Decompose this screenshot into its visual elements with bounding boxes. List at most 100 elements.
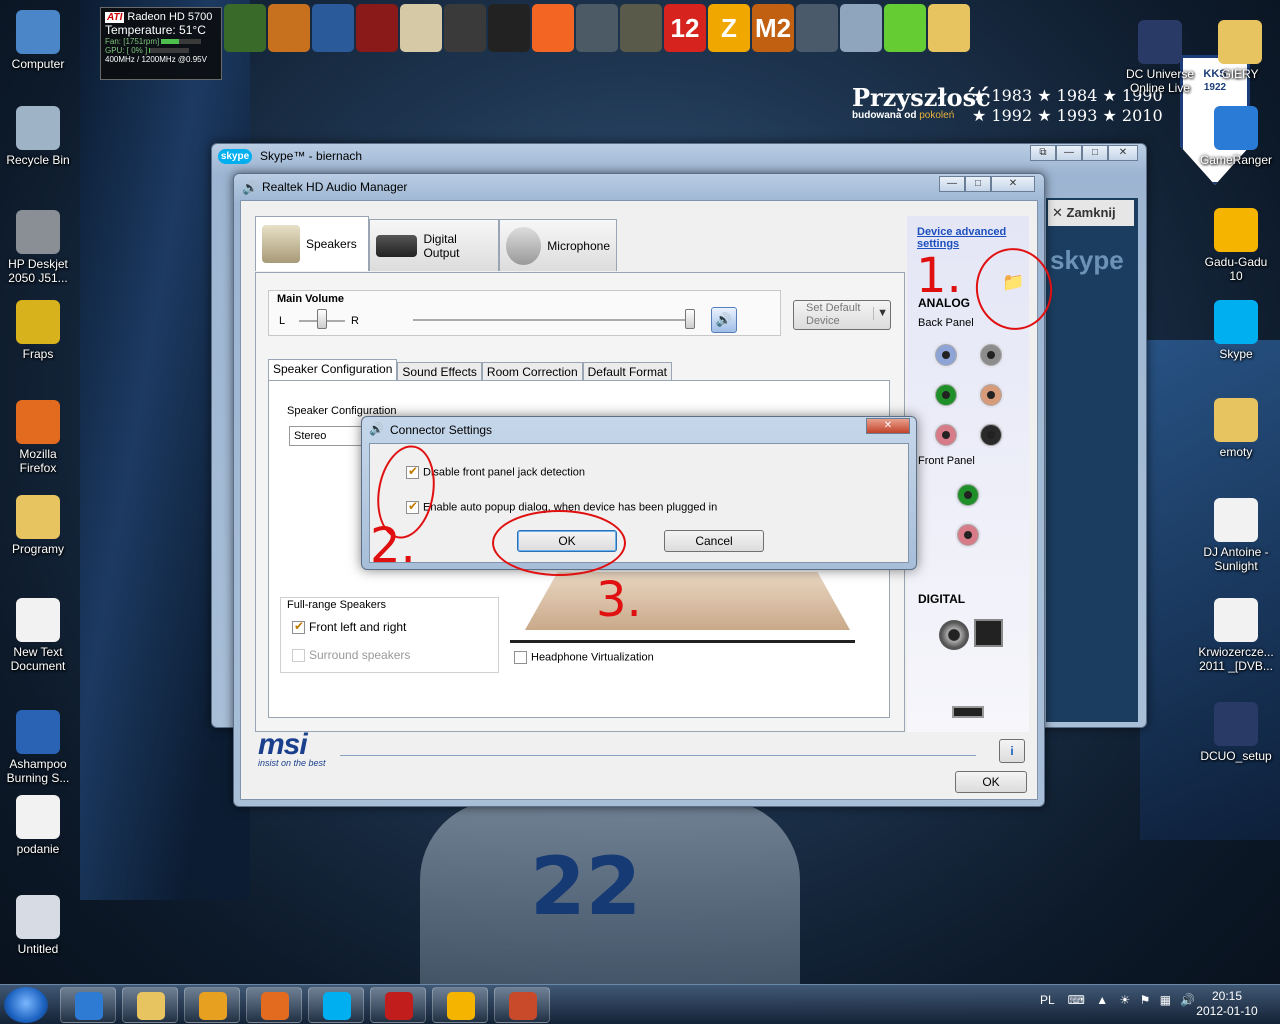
hd-tune-icon[interactable] — [840, 4, 882, 52]
desktop-icon-untitled[interactable]: Untitled — [0, 895, 76, 956]
volume-slider-thumb[interactable] — [685, 309, 695, 329]
tray-expand-icon[interactable]: ▲ — [1096, 993, 1108, 1007]
clock-time: 20:15 — [1211, 989, 1243, 1003]
dialog-cancel-button[interactable]: Cancel — [664, 530, 764, 552]
set-default-device-button[interactable]: Set Default Device ▼ — [793, 300, 891, 330]
realtek-ok-button[interactable]: OK — [955, 771, 1027, 793]
ie-taskbar-button[interactable] — [60, 987, 116, 1023]
desktop-icon-dc-universe-online-live[interactable]: DC Universe Online Live — [1122, 20, 1198, 95]
tab-room-correction[interactable]: Room Correction — [481, 362, 583, 381]
jack-green-6[interactable] — [955, 482, 981, 508]
desktop-icon-computer[interactable]: Computer — [0, 10, 76, 71]
soldier-game-icon[interactable] — [576, 4, 618, 52]
skype-taskbar-button[interactable] — [308, 987, 364, 1023]
tab-digital-output[interactable]: Digital Output — [369, 219, 499, 271]
firefox-taskbar-button[interactable] — [246, 987, 302, 1023]
realtek-maximize-button[interactable]: □ — [965, 176, 991, 192]
desktop-icon-skype[interactable]: Skype — [1198, 300, 1274, 361]
realtek-taskbar-button[interactable] — [494, 987, 550, 1023]
desktop-icon-gadu-gadu-10[interactable]: Gadu-Gadu 10 — [1198, 208, 1274, 283]
origin-icon[interactable] — [532, 4, 574, 52]
tab-sound-effects[interactable]: Sound Effects — [397, 362, 482, 381]
desktop-icon-gameranger[interactable]: GameRanger — [1198, 106, 1274, 167]
call-of-duty-icon[interactable] — [444, 4, 486, 52]
surround-checkbox-row[interactable]: Surround speakers — [292, 648, 410, 663]
desktop-icon-podanie[interactable]: podanie — [0, 795, 76, 856]
steam-icon[interactable] — [796, 4, 838, 52]
desktop-icon-giery[interactable]: GIERY — [1202, 20, 1278, 81]
media-player-taskbar-button[interactable] — [184, 987, 240, 1023]
msi-tagline: insist on the best — [258, 758, 326, 768]
mute-speaker-icon[interactable]: 🔊 — [711, 307, 737, 333]
z-game-icon[interactable]: Z — [708, 4, 750, 52]
optical-out-jack[interactable] — [939, 620, 969, 650]
front-lr-checkbox[interactable] — [292, 619, 305, 635]
jack-pink-4[interactable] — [933, 422, 959, 448]
tab-speaker-configuration[interactable]: Speaker Configuration — [268, 359, 398, 381]
connector-settings-dialog[interactable]: 🔊 Connector Settings ✕ Disable front pan… — [361, 416, 917, 570]
balance-slider-thumb[interactable] — [317, 309, 327, 329]
action-center-icon[interactable]: ⚑ — [1140, 993, 1151, 1007]
car-game-icon[interactable] — [224, 4, 266, 52]
jack-grey-1[interactable] — [978, 342, 1004, 368]
info-button[interactable]: i — [999, 739, 1025, 763]
desktop-icon-hp-deskjet-2050-j51[interactable]: HP Deskjet 2050 J51... — [0, 210, 76, 285]
explorer-taskbar-button[interactable] — [122, 987, 178, 1023]
spdif-jack[interactable] — [974, 619, 1003, 647]
network-icon[interactable]: ▦ — [1160, 993, 1171, 1007]
jack-pink-7[interactable] — [955, 522, 981, 548]
skype-close-button[interactable]: ✕ — [1108, 145, 1138, 161]
acrobat-taskbar-button[interactable] — [370, 987, 426, 1023]
gadu-tray-icon[interactable]: ☀ — [1119, 993, 1130, 1007]
desktop-icon-dj-antoine-sunlight[interactable]: DJ Antoine - Sunlight — [1198, 498, 1274, 573]
dialog-speaker-icon: 🔊 — [369, 422, 384, 436]
dialog-close-button[interactable]: ✕ — [866, 418, 910, 434]
tab-microphone[interactable]: Microphone — [499, 219, 617, 271]
hdmi-jack[interactable] — [952, 706, 984, 718]
desktop-icon-dcuo-setup[interactable]: DCUO_setup — [1198, 702, 1274, 763]
battlefield-icon[interactable] — [620, 4, 662, 52]
gadu-taskbar-button[interactable] — [432, 987, 488, 1023]
speaker-config-select[interactable]: Stereo — [289, 426, 369, 446]
skype-minimize-button[interactable]: — — [1056, 145, 1082, 161]
headphone-virt-checkbox[interactable] — [514, 651, 527, 664]
clock[interactable]: 20:15 2012-01-10 — [1192, 989, 1262, 1019]
jack-orange-3[interactable] — [978, 382, 1004, 408]
jack-blue-0[interactable] — [933, 342, 959, 368]
front-lr-checkbox-row[interactable]: Front left and right — [292, 619, 406, 635]
skyrim-icon[interactable] — [488, 4, 530, 52]
football-game-icon[interactable] — [400, 4, 442, 52]
sunset-game-icon[interactable] — [268, 4, 310, 52]
green-app-icon[interactable] — [884, 4, 926, 52]
tab-default-format[interactable]: Default Format — [582, 362, 672, 381]
skype-maximize-button[interactable]: □ — [1082, 145, 1108, 161]
desktop-icon-fraps[interactable]: Fraps — [0, 300, 76, 361]
desktop-icon-emoty[interactable]: emoty — [1198, 398, 1274, 459]
headphone-virt-row[interactable]: Headphone Virtualization — [514, 651, 654, 664]
desktop-icon-ashampoo-burning-s[interactable]: Ashampoo Burning S... — [0, 710, 76, 785]
device-advanced-settings-link[interactable]: Device advanced settings — [917, 226, 1017, 250]
start-button[interactable] — [4, 987, 48, 1023]
gpu-gadget[interactable]: ATI Radeon HD 5700 Temperature: 51°C Fan:… — [100, 7, 222, 80]
jack-green-2[interactable] — [933, 382, 959, 408]
pes-12-icon[interactable]: 12 — [664, 4, 706, 52]
desktop-icon-programy[interactable]: Programy — [0, 495, 76, 556]
skype-restore-alt-button[interactable]: ⧉ — [1030, 145, 1056, 161]
language-indicator[interactable]: PL — [1040, 993, 1054, 1007]
desktop-icon-recycle-bin[interactable]: Recycle Bin — [0, 106, 76, 167]
realtek-minimize-button[interactable]: — — [939, 176, 965, 192]
tab-speakers[interactable]: Speakers — [255, 216, 369, 271]
m2-game-icon[interactable]: M2 — [752, 4, 794, 52]
desktop-icon-mozilla-firefox[interactable]: Mozilla Firefox — [0, 400, 76, 475]
keyboard-icon[interactable]: ⌨ — [1068, 993, 1085, 1007]
realtek-close-button[interactable]: ✕ — [991, 176, 1035, 192]
red-tree-game-icon[interactable] — [356, 4, 398, 52]
folder-icon[interactable] — [928, 4, 970, 52]
desktop-icon-krwiozercze-2011-dvb[interactable]: Krwiozercze... 2011 _[DVB... — [1198, 598, 1274, 673]
desktop-icon-new-text-document[interactable]: New Text Document — [0, 598, 76, 673]
jack-black-5[interactable] — [978, 422, 1004, 448]
skype-close-link[interactable]: ✕ Zamknij — [1048, 200, 1134, 226]
gpu-name-row: ATI Radeon HD 5700 — [105, 11, 213, 23]
surround-checkbox[interactable] — [292, 649, 305, 663]
sphere-game-icon[interactable] — [312, 4, 354, 52]
